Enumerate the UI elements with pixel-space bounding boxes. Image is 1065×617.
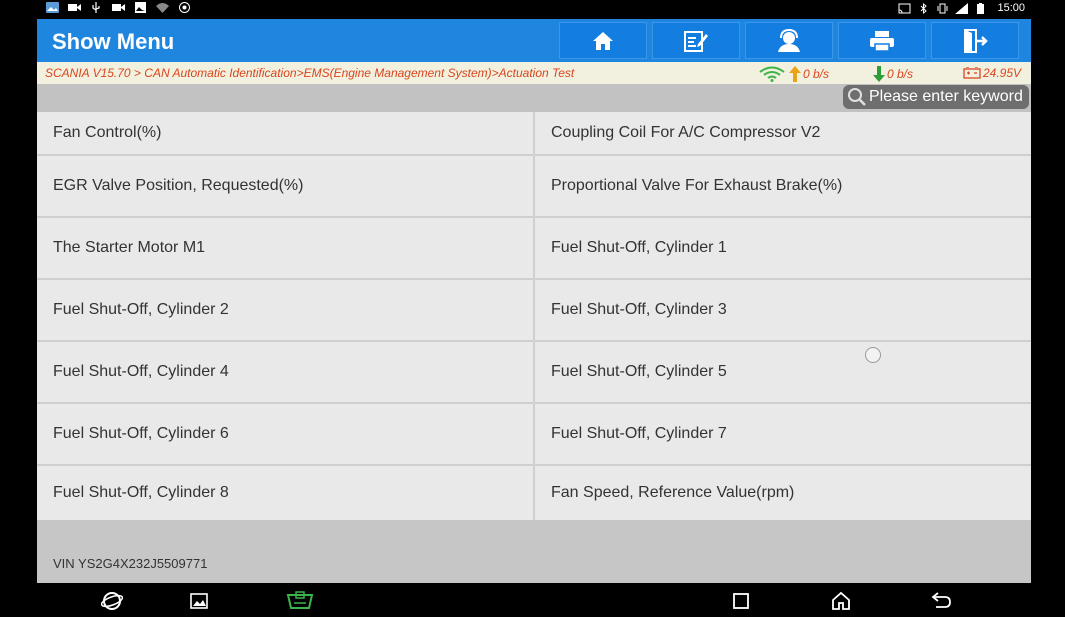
menu-item[interactable]: Fuel Shut-Off, Cylinder 4 bbox=[37, 342, 533, 402]
menu-item[interactable]: Fan Speed, Reference Value(rpm) bbox=[533, 466, 1031, 520]
footer: VIN YS2G4X232J5509771 bbox=[37, 525, 1031, 583]
download-rate-value: 0 b/s bbox=[887, 67, 914, 81]
menu-grid: Fan Control(%) Coupling Coil For A/C Com… bbox=[37, 112, 1031, 520]
app-window: Show Menu SCANIA V15.70 > CAN Automatic … bbox=[37, 19, 1031, 583]
menu-item[interactable]: EGR Valve Position, Requested(%) bbox=[37, 156, 533, 216]
breadcrumb: SCANIA V15.70 > CAN Automatic Identifica… bbox=[45, 66, 575, 80]
vci-connector-icon[interactable] bbox=[286, 591, 314, 611]
menu-item[interactable]: Fuel Shut-Off, Cylinder 6 bbox=[37, 404, 533, 464]
printer-icon bbox=[870, 30, 894, 52]
menu-row: Fuel Shut-Off, Cylinder 4 Fuel Shut-Off,… bbox=[37, 342, 1031, 404]
menu-row: Fuel Shut-Off, Cylinder 6 Fuel Shut-Off,… bbox=[37, 404, 1031, 466]
search-strip: Please enter keyword bbox=[37, 84, 1031, 112]
menu-row: Fan Control(%) Coupling Coil For A/C Com… bbox=[37, 112, 1031, 156]
gallery-shortcut-icon[interactable] bbox=[188, 591, 210, 611]
image-icon bbox=[135, 2, 146, 13]
status-bar-notifications bbox=[46, 2, 191, 13]
back-icon[interactable] bbox=[930, 591, 952, 611]
browser-icon[interactable] bbox=[101, 591, 123, 611]
gallery-icon bbox=[46, 2, 59, 13]
page-title: Show Menu bbox=[52, 29, 175, 54]
menu-item[interactable]: Fuel Shut-Off, Cylinder 8 bbox=[37, 466, 533, 520]
status-bar-system: 15:00 bbox=[898, 2, 1025, 14]
support-agent-icon bbox=[778, 28, 800, 52]
search-placeholder: Please enter keyword bbox=[869, 88, 1023, 105]
menu-item-label: Fuel Shut-Off, Cylinder 5 bbox=[551, 363, 727, 380]
clock: 15:00 bbox=[997, 2, 1025, 14]
menu-item-label: Coupling Coil For A/C Compressor V2 bbox=[551, 124, 821, 141]
menu-item-label: The Starter Motor M1 bbox=[53, 239, 206, 256]
exit-icon bbox=[964, 28, 988, 53]
edit-report-button[interactable] bbox=[652, 22, 740, 59]
car-battery-icon bbox=[963, 67, 981, 79]
navigation-bar bbox=[0, 583, 1065, 617]
menu-item[interactable]: Fuel Shut-Off, Cylinder 7 bbox=[533, 404, 1031, 464]
print-button[interactable] bbox=[838, 22, 926, 59]
menu-item-label: Fan Speed, Reference Value(rpm) bbox=[551, 484, 795, 501]
recent-apps-icon[interactable] bbox=[730, 591, 752, 611]
search-icon bbox=[848, 88, 866, 106]
edit-icon bbox=[684, 30, 708, 52]
menu-item-label: Fuel Shut-Off, Cylinder 1 bbox=[551, 239, 727, 256]
menu-item[interactable]: Fuel Shut-Off, Cylinder 1 bbox=[533, 218, 1031, 278]
menu-item[interactable]: Fuel Shut-Off, Cylinder 2 bbox=[37, 280, 533, 340]
usb-icon bbox=[92, 2, 100, 13]
bluetooth-icon bbox=[921, 2, 928, 14]
menu-item[interactable]: Fan Control(%) bbox=[37, 112, 533, 154]
upload-arrow-icon bbox=[789, 66, 801, 82]
menu-item-label: Fuel Shut-Off, Cylinder 8 bbox=[53, 484, 229, 501]
cast-icon bbox=[898, 3, 911, 13]
menu-row: Fuel Shut-Off, Cylinder 8 Fan Speed, Ref… bbox=[37, 466, 1031, 520]
menu-item-label: Fuel Shut-Off, Cylinder 7 bbox=[551, 425, 727, 442]
signal-icon bbox=[955, 2, 969, 14]
menu-item-label: Fuel Shut-Off, Cylinder 3 bbox=[551, 301, 727, 318]
status-bar: 15:00 bbox=[0, 0, 1065, 19]
wifi-icon bbox=[156, 3, 169, 13]
settings-icon bbox=[179, 2, 190, 13]
search-input[interactable]: Please enter keyword bbox=[843, 85, 1029, 109]
menu-item-label: Fuel Shut-Off, Cylinder 2 bbox=[53, 301, 229, 318]
download-rate: 0 b/s bbox=[873, 66, 913, 82]
home-icon bbox=[593, 31, 613, 50]
battery-voltage-value: 24.95V bbox=[983, 66, 1022, 80]
home-button[interactable] bbox=[559, 22, 647, 59]
home-nav-icon[interactable] bbox=[830, 591, 852, 611]
menu-item-label: Fan Control(%) bbox=[53, 124, 162, 141]
menu-item-label: Proportional Valve For Exhaust Brake(%) bbox=[551, 177, 843, 194]
battery-icon bbox=[977, 2, 985, 14]
wifi-signal-icon bbox=[759, 66, 785, 82]
download-arrow-icon bbox=[873, 66, 885, 82]
menu-item-label: EGR Valve Position, Requested(%) bbox=[53, 177, 304, 194]
menu-item-label: Fuel Shut-Off, Cylinder 6 bbox=[53, 425, 229, 442]
touch-indicator bbox=[865, 347, 881, 363]
vin-label: VIN YS2G4X232J5509771 bbox=[53, 556, 208, 571]
breadcrumb-bar: SCANIA V15.70 > CAN Automatic Identifica… bbox=[37, 62, 1031, 84]
menu-row: Fuel Shut-Off, Cylinder 2 Fuel Shut-Off,… bbox=[37, 280, 1031, 342]
menu-item[interactable]: Fuel Shut-Off, Cylinder 5 bbox=[533, 342, 1031, 402]
menu-item[interactable]: Coupling Coil For A/C Compressor V2 bbox=[533, 112, 1031, 154]
upload-rate: 0 b/s bbox=[759, 66, 829, 82]
menu-item-label: Fuel Shut-Off, Cylinder 4 bbox=[53, 363, 229, 380]
video-icon bbox=[68, 4, 81, 11]
menu-item[interactable]: The Starter Motor M1 bbox=[37, 218, 533, 278]
menu-row: The Starter Motor M1 Fuel Shut-Off, Cyli… bbox=[37, 218, 1031, 280]
vibrate-icon bbox=[937, 3, 948, 13]
support-button[interactable] bbox=[745, 22, 833, 59]
battery-voltage: 24.95V bbox=[963, 66, 1021, 80]
exit-button[interactable] bbox=[931, 22, 1019, 59]
menu-item[interactable]: Fuel Shut-Off, Cylinder 3 bbox=[533, 280, 1031, 340]
menu-row: EGR Valve Position, Requested(%) Proport… bbox=[37, 156, 1031, 218]
menu-item[interactable]: Proportional Valve For Exhaust Brake(%) bbox=[533, 156, 1031, 216]
title-bar: Show Menu bbox=[37, 19, 1031, 62]
camera-icon bbox=[112, 4, 125, 11]
upload-rate-value: 0 b/s bbox=[803, 67, 830, 81]
